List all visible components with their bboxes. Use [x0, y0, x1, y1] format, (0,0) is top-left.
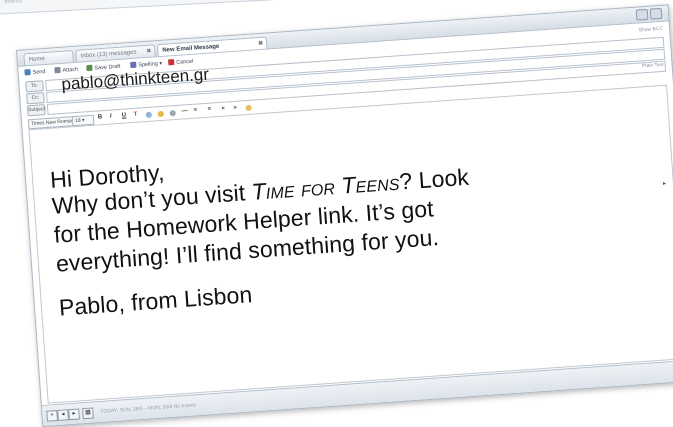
outdent-button[interactable]: «	[221, 106, 225, 112]
indent-button[interactable]: »	[233, 105, 237, 111]
text-color-button[interactable]: T	[134, 112, 138, 118]
calendar-icon[interactable]: ▦	[82, 407, 94, 420]
send-button[interactable]: Send	[24, 68, 46, 76]
tab-inbox-label: Inbox (13) messages	[80, 49, 137, 60]
background-strip-text: events	[4, 0, 23, 6]
highlight-icon[interactable]	[145, 111, 153, 119]
send-label: Send	[32, 69, 46, 76]
background-window-strip: events	[0, 0, 291, 15]
minimize-button[interactable]	[635, 8, 649, 21]
show-bcc-link[interactable]: Show BCC	[638, 26, 663, 34]
status-text: TODAY: SUN, 29/5 – MON, 30/6 No events	[100, 402, 197, 415]
email-compose-window: Home Inbox (13) messages ✖ New Email Mess…	[16, 4, 673, 427]
bullet-list-button[interactable]: ≡	[193, 108, 197, 114]
underline-button[interactable]: U	[122, 112, 127, 118]
bold-button[interactable]: B	[98, 114, 103, 120]
tab-new-email-label: New Email Message	[162, 43, 220, 54]
cancel-icon	[168, 58, 175, 66]
spellcheck-icon	[130, 61, 137, 69]
window-controls	[635, 7, 663, 21]
link-icon[interactable]	[245, 104, 252, 112]
attach-label: Attach	[62, 66, 79, 74]
image-icon[interactable]	[169, 110, 176, 117]
prev-icon[interactable]: ◂	[57, 409, 69, 421]
close-icon[interactable]: ✖	[146, 46, 152, 58]
send-icon	[24, 69, 31, 76]
italic-button[interactable]: I	[110, 114, 112, 120]
next-icon[interactable]: ▸	[68, 408, 80, 421]
save-icon	[86, 64, 93, 72]
horizontal-rule-button[interactable]: —	[181, 108, 187, 114]
message-line-1-end: ? Look	[398, 163, 470, 195]
close-icon[interactable]: ✖	[258, 38, 264, 50]
paperclip-icon	[54, 66, 61, 74]
font-size-value: 18	[74, 117, 81, 125]
numbered-list-button[interactable]: ≡	[207, 107, 211, 113]
expand-arrow-icon[interactable]: ▸	[663, 180, 666, 187]
emoticon-icon[interactable]	[157, 110, 165, 118]
maximize-button[interactable]	[649, 7, 663, 20]
plus-icon[interactable]: +	[46, 410, 58, 422]
tab-home-label: Home	[28, 56, 45, 64]
